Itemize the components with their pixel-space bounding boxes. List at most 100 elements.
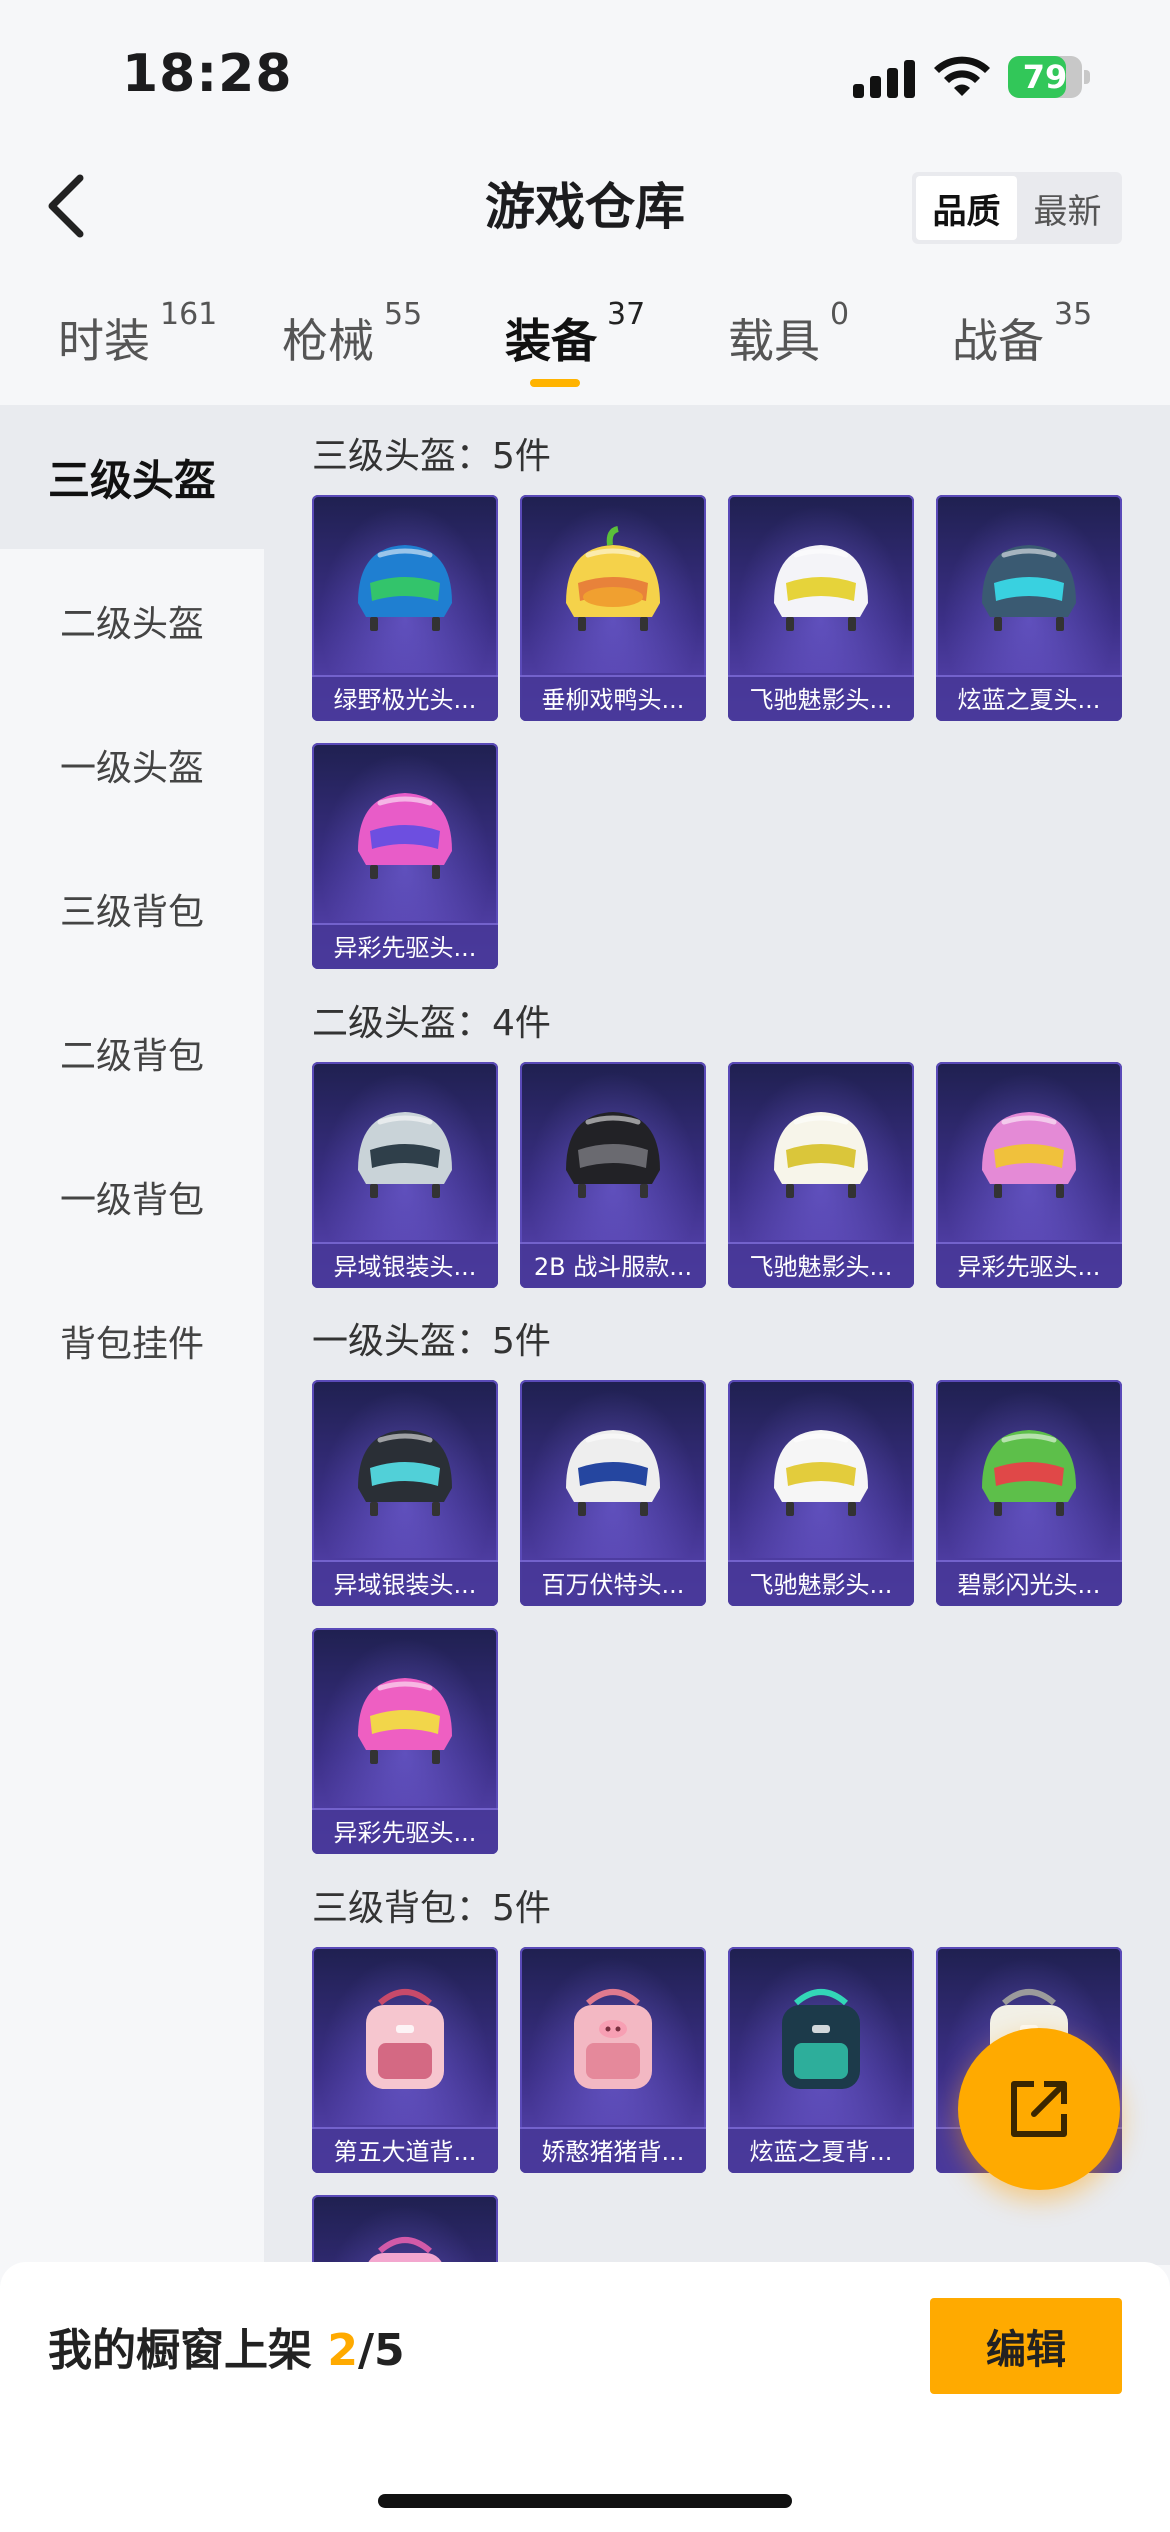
share-icon — [1011, 2081, 1067, 2137]
tab-count: 0 — [830, 297, 850, 332]
helmet-icon — [774, 1112, 868, 1198]
section-title: 三级头盔：5件 — [312, 436, 551, 477]
warehouse-page: 18:28 79 游戏仓库 品质 最新 时装 161 枪械 55 装备 37 载… — [0, 0, 1170, 2532]
sidebar-item-level3-backpack[interactable]: 三级背包 — [0, 837, 264, 981]
item-card[interactable]: 异彩先驱头... — [312, 743, 498, 969]
pig-backpack-icon — [574, 1989, 652, 2089]
showcase-prefix: 我的橱窗上架 — [48, 2325, 328, 2376]
item-card[interactable]: 异域银装头... — [312, 1062, 498, 1288]
item-name: 娇憨猪猪背... — [520, 2127, 706, 2173]
tab-label: 战备 — [952, 314, 1044, 368]
tab-label: 装备 — [505, 314, 597, 368]
tab-label: 时装 — [58, 314, 150, 368]
wifi-icon — [934, 56, 990, 96]
item-name: 第五大道背... — [312, 2127, 498, 2173]
sort-toggle: 品质 最新 — [912, 172, 1122, 244]
item-name: 异彩先驱头... — [936, 1242, 1122, 1288]
item-card[interactable]: 绿野极光头... — [312, 495, 498, 721]
tab-weapons[interactable]: 枪械 55 — [282, 295, 442, 405]
item-name: 百万伏特头... — [520, 1560, 706, 1606]
backpack-icon — [782, 1989, 860, 2089]
helmet-icon — [358, 545, 452, 631]
helmet-icon — [358, 1430, 452, 1516]
item-card[interactable]: 飞驰魅影头... — [728, 1062, 914, 1288]
section-title: 三级背包：5件 — [312, 1888, 551, 1929]
item-card[interactable]: 碧影闪光头... — [936, 1380, 1122, 1606]
item-name: 炫蓝之夏背... — [728, 2127, 914, 2173]
sidebar-item-backpack-charm[interactable]: 背包挂件 — [0, 1269, 264, 1413]
item-name: 异彩先驱头... — [312, 1808, 498, 1854]
item-name: 异域银装头... — [312, 1242, 498, 1288]
duck-helmet-icon — [566, 526, 660, 631]
showcase-current-count: 2 — [327, 2325, 358, 2376]
item-name: 异彩先驱头... — [312, 923, 498, 969]
helmet-icon — [982, 1112, 1076, 1198]
tab-label: 枪械 — [282, 314, 374, 368]
helmet-icon — [774, 545, 868, 631]
item-card[interactable]: 娇憨猪猪背... — [520, 1947, 706, 2173]
helmet-icon — [774, 1430, 868, 1516]
item-card[interactable]: 垂柳戏鸭头... — [520, 495, 706, 721]
tab-count: 37 — [607, 297, 646, 332]
tab-equipment[interactable]: 装备 37 — [505, 295, 665, 405]
showcase-bar: 我的橱窗上架 2/5 编辑 — [0, 2262, 1170, 2532]
tab-count: 55 — [384, 297, 423, 332]
item-name: 垂柳戏鸭头... — [520, 675, 706, 721]
item-name: 碧影闪光头... — [936, 1560, 1122, 1606]
helmet-icon — [358, 793, 452, 879]
sidebar-item-level2-helmet[interactable]: 二级头盔 — [0, 549, 264, 693]
helmet-icon — [982, 1430, 1076, 1516]
tab-active-indicator — [530, 379, 580, 387]
item-card[interactable]: 炫蓝之夏背... — [728, 1947, 914, 2173]
item-name: 异域银装头... — [312, 1560, 498, 1606]
item-card[interactable]: 异彩先驱头... — [936, 1062, 1122, 1288]
item-name: 飞驰魅影头... — [728, 675, 914, 721]
tab-count: 35 — [1054, 297, 1093, 332]
signal-icon — [853, 60, 915, 98]
battery-percent: 79 — [1022, 58, 1068, 96]
item-card[interactable]: 异彩先驱头... — [312, 1628, 498, 1854]
sort-option-quality[interactable]: 品质 — [916, 176, 1017, 240]
item-name: 飞驰魅影头... — [728, 1560, 914, 1606]
battery-icon: 79 — [1008, 56, 1090, 98]
tab-fashion[interactable]: 时装 161 — [58, 295, 238, 405]
item-card[interactable]: 异域银装头... — [312, 1380, 498, 1606]
helmet-icon — [982, 545, 1076, 631]
sort-option-newest[interactable]: 最新 — [1017, 176, 1118, 240]
sidebar-item-level3-helmet[interactable]: 三级头盔 — [0, 405, 264, 549]
backpack-icon — [366, 1989, 444, 2089]
tab-gear[interactable]: 战备 35 — [952, 295, 1112, 405]
sidebar: 三级头盔 二级头盔 一级头盔 三级背包 二级背包 一级背包 背包挂件 — [0, 405, 264, 2265]
category-tabs: 时装 161 枪械 55 装备 37 载具 0 战备 35 — [0, 295, 1170, 405]
share-button[interactable] — [958, 2028, 1120, 2190]
status-time: 18:28 — [122, 44, 293, 104]
tab-vehicles[interactable]: 载具 0 — [728, 295, 868, 405]
helmet-icon — [358, 1678, 452, 1764]
helmet-icon — [566, 1430, 660, 1516]
tab-count: 161 — [160, 297, 218, 332]
item-card[interactable]: 百万伏特头... — [520, 1380, 706, 1606]
backpack-icon — [367, 2237, 443, 2265]
showcase-total: /5 — [357, 2325, 405, 2376]
status-bar: 18:28 79 — [0, 0, 1170, 150]
showcase-label: 我的橱窗上架 2/5 — [48, 2314, 405, 2378]
item-card[interactable]: 第五大道背... — [312, 1947, 498, 2173]
sidebar-item-level1-helmet[interactable]: 一级头盔 — [0, 693, 264, 837]
tab-label: 载具 — [728, 314, 820, 368]
item-card[interactable]: 炫蓝之夏头... — [936, 495, 1122, 721]
item-name: 绿野极光头... — [312, 675, 498, 721]
edit-button[interactable]: 编辑 — [930, 2298, 1122, 2394]
item-name: 炫蓝之夏头... — [936, 675, 1122, 721]
sidebar-item-level2-backpack[interactable]: 二级背包 — [0, 981, 264, 1125]
item-card[interactable]: 飞驰魅影头... — [728, 1380, 914, 1606]
helmet-icon — [358, 1112, 452, 1198]
item-grid: 三级头盔：5件 二级头盔：4件 一级头盔：5件 三级背包：5件 绿野极光头...… — [264, 405, 1170, 2265]
home-indicator — [378, 2494, 792, 2508]
item-card[interactable]: 飞驰魅影头... — [728, 495, 914, 721]
helmet-icon — [566, 1112, 660, 1198]
item-card[interactable] — [312, 2195, 498, 2265]
sidebar-item-level1-backpack[interactable]: 一级背包 — [0, 1125, 264, 1269]
item-card[interactable]: 2B 战斗服款... — [520, 1062, 706, 1288]
item-name: 飞驰魅影头... — [728, 1242, 914, 1288]
section-title: 一级头盔：5件 — [312, 1321, 551, 1362]
